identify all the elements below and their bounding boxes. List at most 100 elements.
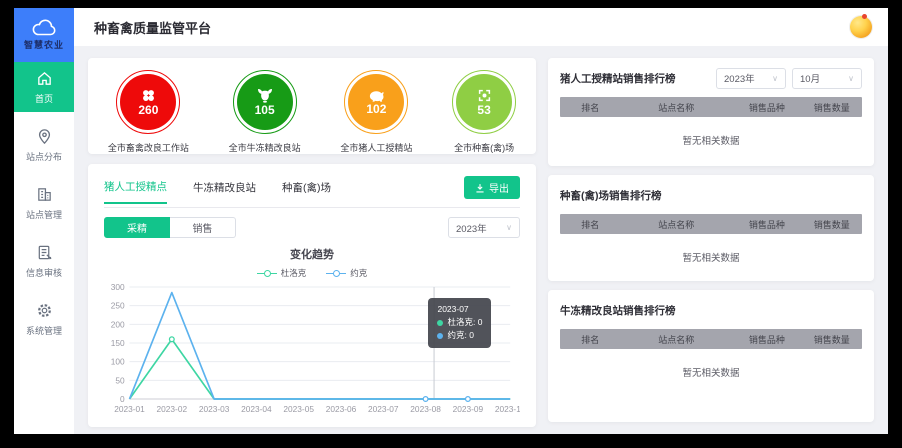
sidebar-item-home[interactable]: 首页 [14, 62, 74, 112]
svg-text:100: 100 [111, 357, 125, 367]
sidebar-item-label: 首页 [35, 92, 53, 105]
rank-table-header: 排名 站点名称 销售品种 销售数量 [560, 329, 862, 349]
empty-state: 暂无相关数据 [560, 234, 862, 274]
chart-title: 变化趋势 [104, 246, 520, 262]
stat-breeding-farms: 53 全市种畜(禽)场 [452, 70, 516, 154]
export-label: 导出 [489, 180, 509, 195]
cloud-icon [32, 19, 56, 36]
tooltip-dot-blue [437, 333, 443, 339]
export-button[interactable]: 导出 [464, 176, 520, 199]
home-icon [36, 70, 53, 87]
logo-text: 智慧农业 [24, 38, 64, 51]
chart-legend: 杜洛克 约克 [104, 267, 520, 279]
svg-text:2023-07: 2023-07 [368, 404, 399, 414]
rank-month-select[interactable]: 10月 ∨ [792, 68, 862, 89]
page-title: 种畜禽质量监管平台 [94, 18, 211, 37]
building-icon [36, 186, 53, 203]
chart-year-select[interactable]: 2023年 ∨ [448, 217, 520, 238]
sidebar-item-label: 站点分布 [26, 150, 62, 163]
trend-chart-card: 猪人工授精点 牛冻精改良站 种畜(禽)场 导出 采精 销售 [88, 164, 536, 427]
rank-panel-title: 种畜(禽)场销售排行榜 [560, 188, 662, 203]
chart-tooltip: 2023-07 杜洛克: 0 约克: 0 [428, 298, 491, 348]
bull-icon [257, 88, 273, 103]
svg-text:2023-05: 2023-05 [283, 404, 314, 414]
scan-focus-icon [477, 88, 492, 103]
empty-state: 暂无相关数据 [560, 349, 862, 389]
pig-icon [368, 89, 385, 102]
rank-panel-breeding-farm: 种畜(禽)场销售排行榜 排名 站点名称 销售品种 销售数量 暂无相关数据 [548, 175, 874, 281]
chevron-down-icon: ∨ [772, 74, 778, 83]
rank-panel-cattle-frozen-semen: 牛冻精改良站销售排行榜 排名 站点名称 销售品种 销售数量 暂无相关数据 [548, 290, 874, 422]
legend-line-marker [257, 270, 277, 276]
tab-breeding-farm[interactable]: 种畜(禽)场 [282, 180, 331, 203]
chevron-down-icon: ∨ [506, 223, 512, 232]
stat-value: 53 [477, 104, 490, 116]
right-column: 猪人工授精站销售排行榜 2023年 ∨ 10月 ∨ 排名 站点名 [548, 58, 874, 422]
rank-table-header: 排名 站点名称 销售品种 销售数量 [560, 214, 862, 234]
tooltip-date: 2023-07 [437, 303, 482, 316]
svg-text:250: 250 [111, 301, 125, 311]
stat-value: 102 [366, 103, 386, 115]
audit-document-icon [36, 244, 53, 261]
trend-chart: 变化趋势 杜洛克 约克 0501001502002503002023-01202… [104, 246, 520, 421]
stat-label: 全市畜禽改良工作站 [108, 141, 189, 154]
stat-cattle-frozen-semen-stations: 105 全市牛冻精改良站 [229, 70, 301, 154]
main-content: 260 全市畜禽改良工作站 105 全市牛冻精改良站 [74, 46, 888, 434]
stats-card: 260 全市畜禽改良工作站 105 全市牛冻精改良站 [88, 58, 536, 154]
svg-text:2023-10: 2023-10 [495, 404, 520, 414]
left-column: 260 全市畜禽改良工作站 105 全市牛冻精改良站 [88, 58, 536, 422]
svg-text:50: 50 [115, 375, 125, 385]
sidebar-item-label: 系统管理 [26, 324, 62, 337]
svg-text:300: 300 [111, 282, 125, 292]
sidebar-item-system-management[interactable]: 系统管理 [14, 294, 74, 344]
sidebar-item-label: 信息审核 [26, 266, 62, 279]
rank-panel-title: 牛冻精改良站销售排行榜 [560, 303, 676, 318]
tooltip-value: 杜洛克: 0 [447, 316, 482, 329]
sidebar-item-site-management[interactable]: 站点管理 [14, 178, 74, 228]
chart-year-value: 2023年 [456, 221, 487, 235]
location-pin-icon [36, 128, 53, 145]
rank-year-select[interactable]: 2023年 ∨ [716, 68, 786, 89]
app-logo: 智慧农业 [14, 8, 74, 62]
toggle-collection[interactable]: 采精 [104, 217, 170, 238]
chevron-down-icon: ∨ [848, 74, 854, 83]
chart-tabs: 猪人工授精点 牛冻精改良站 种畜(禽)场 导出 [104, 172, 520, 208]
legend-yorkshire[interactable]: 约克 [326, 267, 367, 279]
stat-improvement-workstations: 260 全市畜禽改良工作站 [108, 70, 189, 154]
top-header: 种畜禽质量监管平台 [74, 8, 888, 46]
tooltip-value: 约克: 0 [447, 329, 473, 342]
tab-pig-insemination[interactable]: 猪人工授精点 [104, 179, 167, 204]
tab-cattle-frozen-semen[interactable]: 牛冻精改良站 [193, 180, 256, 203]
clover-icon [141, 88, 156, 103]
svg-text:2023-09: 2023-09 [453, 404, 484, 414]
sidebar-item-info-audit[interactable]: 信息审核 [14, 236, 74, 286]
stat-pig-insemination-stations: 102 全市猪人工授精站 [340, 70, 412, 154]
empty-state: 暂无相关数据 [560, 117, 862, 157]
stat-label: 全市种畜(禽)场 [454, 141, 514, 154]
sidebar: 智慧农业 首页 站点分布 站点管理 [14, 8, 74, 434]
tooltip-dot-green [437, 320, 443, 326]
stat-label: 全市猪人工授精站 [340, 141, 412, 154]
svg-text:2023-01: 2023-01 [114, 404, 145, 414]
svg-text:0: 0 [120, 394, 125, 404]
user-avatar[interactable] [850, 16, 872, 38]
rank-panel-pig-insemination: 猪人工授精站销售排行榜 2023年 ∨ 10月 ∨ 排名 站点名 [548, 58, 874, 166]
legend-duroc[interactable]: 杜洛克 [257, 267, 307, 279]
gear-icon [36, 302, 53, 319]
svg-text:2023-03: 2023-03 [199, 404, 230, 414]
svg-text:2023-06: 2023-06 [326, 404, 357, 414]
stat-label: 全市牛冻精改良站 [229, 141, 301, 154]
rank-table-header: 排名 站点名称 销售品种 销售数量 [560, 97, 862, 117]
toggle-sales[interactable]: 销售 [170, 217, 236, 238]
svg-text:2023-08: 2023-08 [410, 404, 441, 414]
svg-text:200: 200 [111, 319, 125, 329]
download-icon [475, 183, 485, 193]
sidebar-item-site-distribution[interactable]: 站点分布 [14, 120, 74, 170]
stat-value: 105 [255, 104, 275, 116]
app-window: 智慧农业 首页 站点分布 站点管理 [14, 8, 888, 434]
legend-line-marker [326, 270, 346, 276]
chart-controls: 采精 销售 2023年 ∨ [104, 217, 520, 238]
svg-text:2023-02: 2023-02 [157, 404, 188, 414]
sidebar-item-label: 站点管理 [26, 208, 62, 221]
metric-toggle: 采精 销售 [104, 217, 236, 238]
